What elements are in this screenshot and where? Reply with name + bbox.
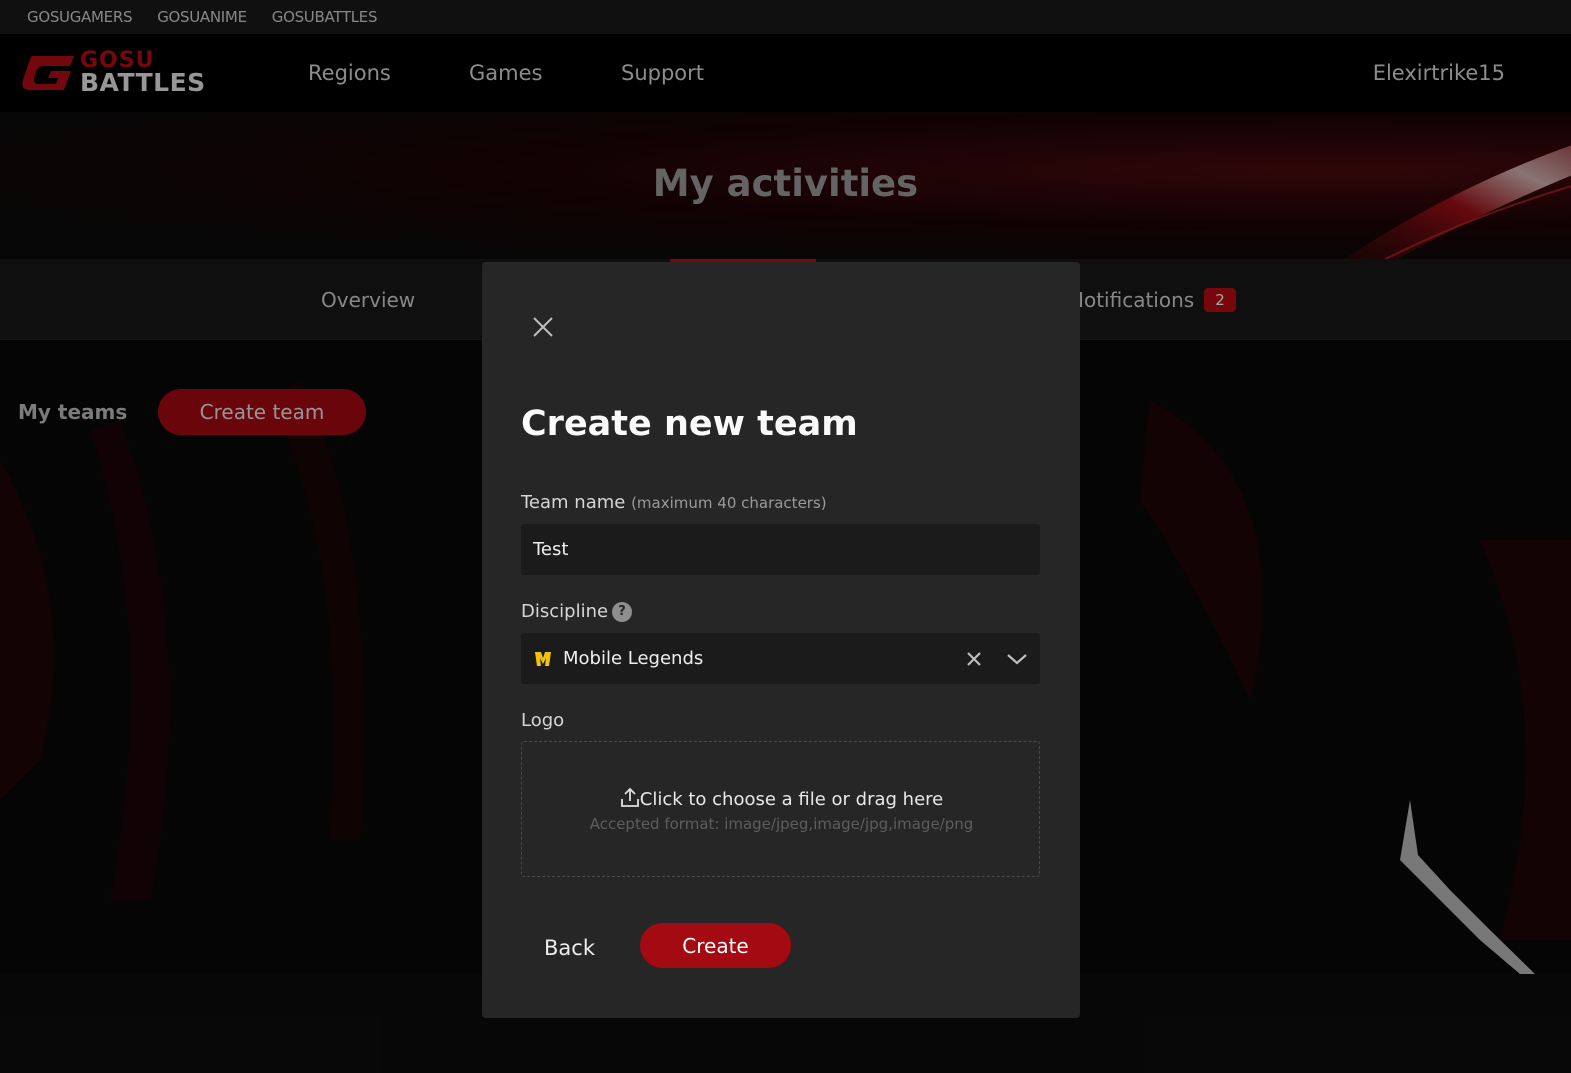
upload-text: Click to choose a file or drag here [639, 789, 944, 810]
upload-formats: Accepted format: image/jpeg,image/jpg,im… [589, 815, 974, 833]
discipline-select[interactable]: Mobile Legends [521, 633, 1040, 684]
upload-instruction: Click to choose a file or drag here [522, 786, 1041, 810]
close-icon[interactable] [530, 314, 556, 340]
logo-upload-dropzone[interactable]: Click to choose a file or drag here Acce… [521, 741, 1040, 877]
discipline-label: Discipline? [521, 601, 633, 622]
team-name-hint: (maximum 40 characters) [631, 494, 827, 512]
help-icon[interactable]: ? [612, 601, 633, 622]
back-button[interactable]: Back [544, 936, 595, 960]
team-name-input[interactable]: Test [521, 524, 1040, 575]
logo-label: Logo [521, 710, 565, 731]
mobile-legends-icon [535, 651, 551, 666]
team-name-label: Team name (maximum 40 characters) [521, 492, 827, 513]
clear-icon[interactable] [966, 651, 982, 667]
discipline-label-text: Discipline [521, 601, 609, 622]
upload-icon [620, 787, 639, 807]
create-team-modal: Create new team Team name (maximum 40 ch… [482, 262, 1080, 1018]
team-name-value: Test [533, 539, 569, 560]
create-button[interactable]: Create [640, 923, 791, 968]
discipline-value: Mobile Legends [563, 648, 704, 669]
modal-title: Create new team [521, 404, 858, 444]
team-name-label-text: Team name [521, 492, 626, 513]
chevron-down-icon[interactable] [1006, 652, 1028, 666]
